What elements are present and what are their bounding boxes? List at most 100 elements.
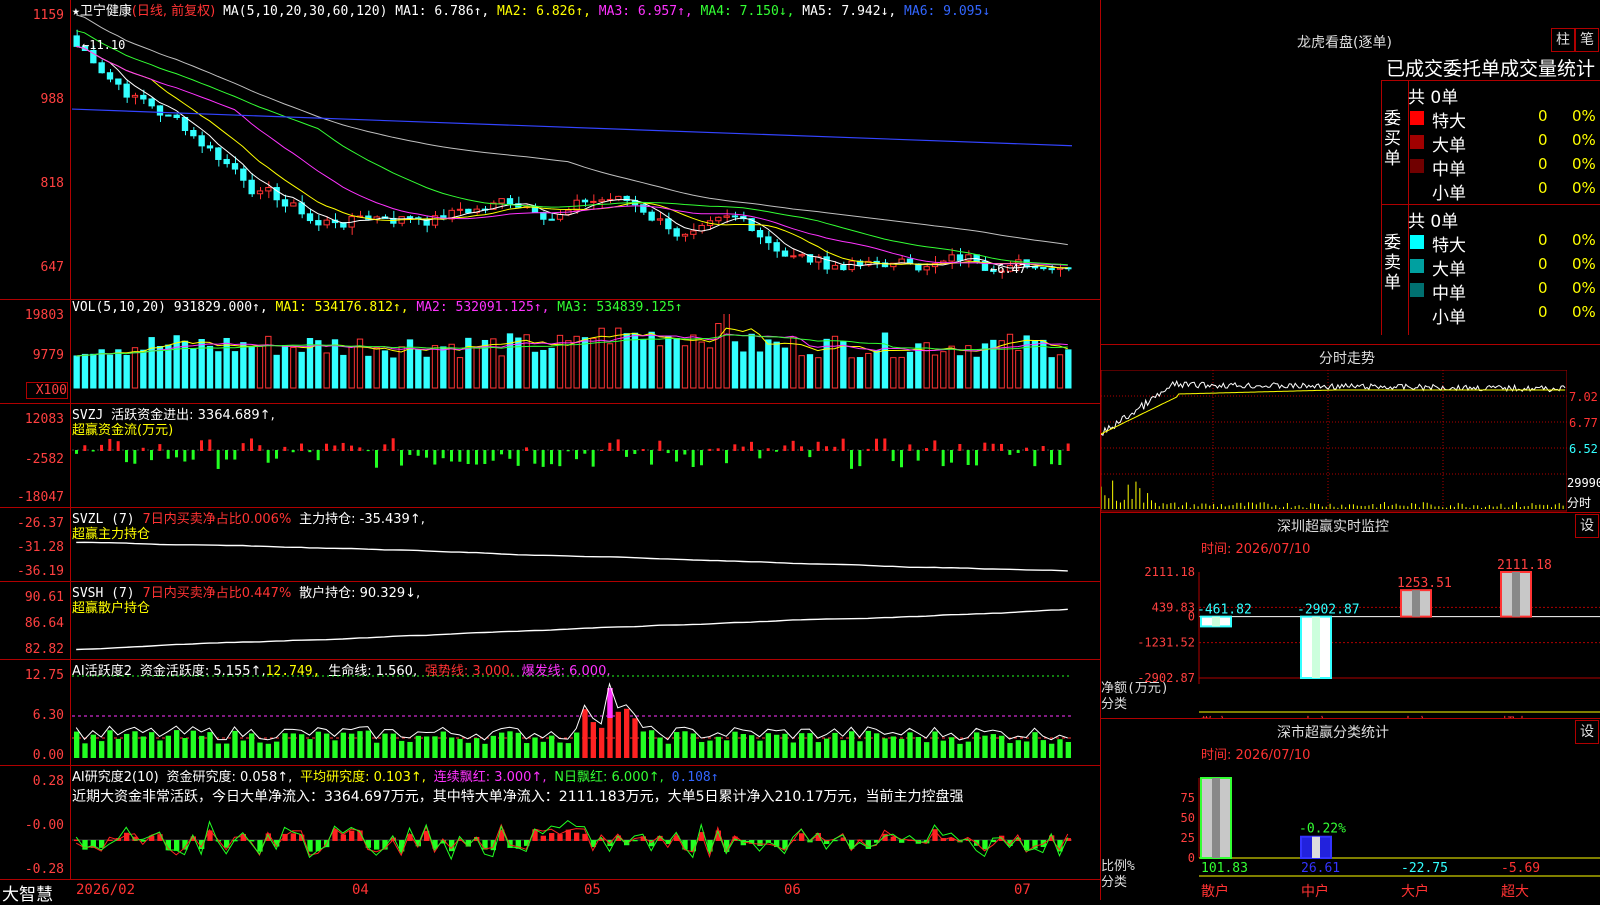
volume-bar (865, 352, 872, 389)
sz-monitor-panel[interactable]: 深圳超赢实时监控 设 时间: 2026/07/10 2111.18 439.83 0… (1101, 512, 1600, 719)
volume-bar (615, 327, 622, 389)
szc-value-label: 26.61 (1301, 861, 1340, 876)
retail-holding-line (76, 608, 1068, 651)
szm-bar-shade (1412, 590, 1420, 617)
sell-row-count: 0 (1538, 303, 1548, 321)
intraday-panel[interactable]: 分时走势 7.02 6.77 6.52 29990 分时 (1101, 344, 1600, 513)
buy-group-label: 委买单 (1384, 109, 1401, 169)
svsh-value: 散户持仓: 90.329↓, (299, 586, 421, 601)
candlestick-chart[interactable] (72, 14, 1098, 298)
active-bar (574, 732, 580, 758)
svzl-chart[interactable] (72, 534, 1098, 580)
ai-research-pane[interactable]: AI研究度2(10) 资金研究度: 0.058↑, 平均研究度: 0.103↑,… (0, 766, 1100, 880)
szc-category-label: 超大 (1501, 884, 1529, 900)
volume-bar (565, 340, 572, 389)
vol-ma1: MA1: 534176.812↑, (275, 300, 409, 315)
candle-body (456, 208, 464, 211)
volume-bar (548, 347, 555, 389)
svzj-bar (150, 450, 153, 461)
time-axis[interactable]: 大智慧 2026/02 04 05 06 07 (0, 880, 1100, 905)
bar-mode-button[interactable]: 柱 (1551, 28, 1575, 52)
svzj-bar (1066, 443, 1070, 451)
volume-bar (656, 345, 664, 389)
active-bar (632, 718, 638, 758)
svzj-bar (566, 450, 570, 452)
svzj-bar (500, 450, 503, 455)
active-bar (957, 743, 963, 758)
sz-class-panel[interactable]: 深市超赢分类统计 设 时间: 2026/07/10 75 50 25 0 比例% 分类 10… (1101, 718, 1600, 900)
ai-active-chart[interactable] (72, 674, 1098, 764)
ai-active-pane[interactable]: AI活跃度2 资金活跃度: 5.155↑,12.749, 生命线: 1.560,… (0, 660, 1100, 766)
volume-bar (123, 354, 130, 389)
volume-bar (923, 342, 930, 389)
volume-bar (740, 351, 747, 389)
sz-monitor-settings-button[interactable]: 设 (1575, 514, 1599, 538)
candle-body (548, 218, 555, 221)
volume-bar (456, 357, 464, 389)
candle-body (315, 220, 322, 226)
ai-research-v3: 连续飘红: 3.000↑, (433, 770, 547, 785)
volume-bar (648, 331, 655, 389)
candle-body (581, 199, 589, 203)
volume-bar (940, 351, 947, 389)
candle-body (790, 255, 797, 258)
ai-active-tick-3: 0.00 (32, 748, 64, 763)
szc-y-tick: 50 (1181, 811, 1195, 825)
active-bar (490, 735, 496, 758)
active-bar (240, 740, 246, 758)
candle-body (165, 114, 172, 117)
ai-active-tick-2: 6.30 (32, 708, 64, 723)
candle-body (773, 242, 780, 252)
svzj-bar (216, 450, 220, 469)
volume-chart[interactable] (72, 314, 1098, 404)
volume-bar (473, 346, 480, 389)
svsh-chart[interactable] (72, 602, 1098, 658)
active-bar (907, 732, 913, 758)
svzj-chart[interactable] (72, 434, 1098, 506)
volume-bar (390, 357, 397, 389)
candle-body (731, 215, 739, 218)
sz-class-chart[interactable]: 75 50 25 0 比例%分类 101.83 散户 26.61 中户 -22.75 大户 -5.69… (1101, 758, 1600, 900)
active-bar (182, 738, 188, 758)
research-bar (890, 836, 896, 841)
sz-class-settings-button[interactable]: 设 (1575, 720, 1599, 744)
volume-bar (773, 341, 780, 389)
research-bar (349, 830, 355, 841)
szc-y-tick: 75 (1181, 791, 1195, 805)
active-bar (407, 741, 413, 758)
tick-mode-button[interactable]: 笔 (1575, 28, 1599, 52)
active-bar (565, 743, 571, 758)
svzj-bar (516, 450, 520, 466)
intraday-chart[interactable] (1101, 370, 1567, 512)
sell-swatch (1410, 259, 1424, 273)
volume-bar (148, 337, 155, 389)
active-bar (740, 734, 746, 758)
volume-pane[interactable]: VOL(5,10,20) 931829.000↑, MA1: 534176.81… (0, 300, 1100, 404)
svsh-pane[interactable]: SVSH (7) 7日内买卖净占比0.447% 散户持仓: 90.329↓, 超… (0, 582, 1100, 660)
active-bar (599, 727, 605, 758)
svzj-bar (166, 450, 170, 459)
research-bar (124, 832, 130, 841)
sz-monitor-chart[interactable]: 2111.18439.830-1231.52-2902.87净额(万元)分类-4… (1101, 552, 1600, 718)
price-pane[interactable]: ★卫宁健康(日线, 前复权) MA(5,10,20,30,60,120) MA1… (0, 0, 1100, 300)
candle-body (590, 200, 597, 203)
szc-value-label: -22.75 (1401, 861, 1448, 876)
research-bar (757, 840, 763, 847)
svzj-tick-2: -2582 (24, 452, 64, 467)
szm-x-unit: 分类 (1101, 697, 1127, 712)
volume-bar (973, 356, 980, 389)
szc-x-unit: 分类 (1101, 875, 1127, 890)
svzl-pane[interactable]: SVZL (7) 7日内买卖净占比0.006% 主力持仓: -35.439↑, … (0, 508, 1100, 582)
svzj-bar (491, 450, 495, 461)
svzj-bar (300, 443, 303, 451)
research-bar (174, 840, 180, 851)
volume-bar (681, 345, 689, 389)
research-bar (374, 840, 380, 850)
svzj-pane[interactable]: SVZJ 活跃资金进出: 3364.689↑, 超赢资金流(万元) 12083 … (0, 404, 1100, 508)
svzj-bar (658, 440, 662, 451)
volume-bar (265, 335, 272, 389)
ai-research-chart[interactable] (72, 802, 1098, 880)
candle-body (256, 190, 264, 195)
svzj-bar (508, 450, 512, 459)
candle-body (848, 260, 855, 271)
